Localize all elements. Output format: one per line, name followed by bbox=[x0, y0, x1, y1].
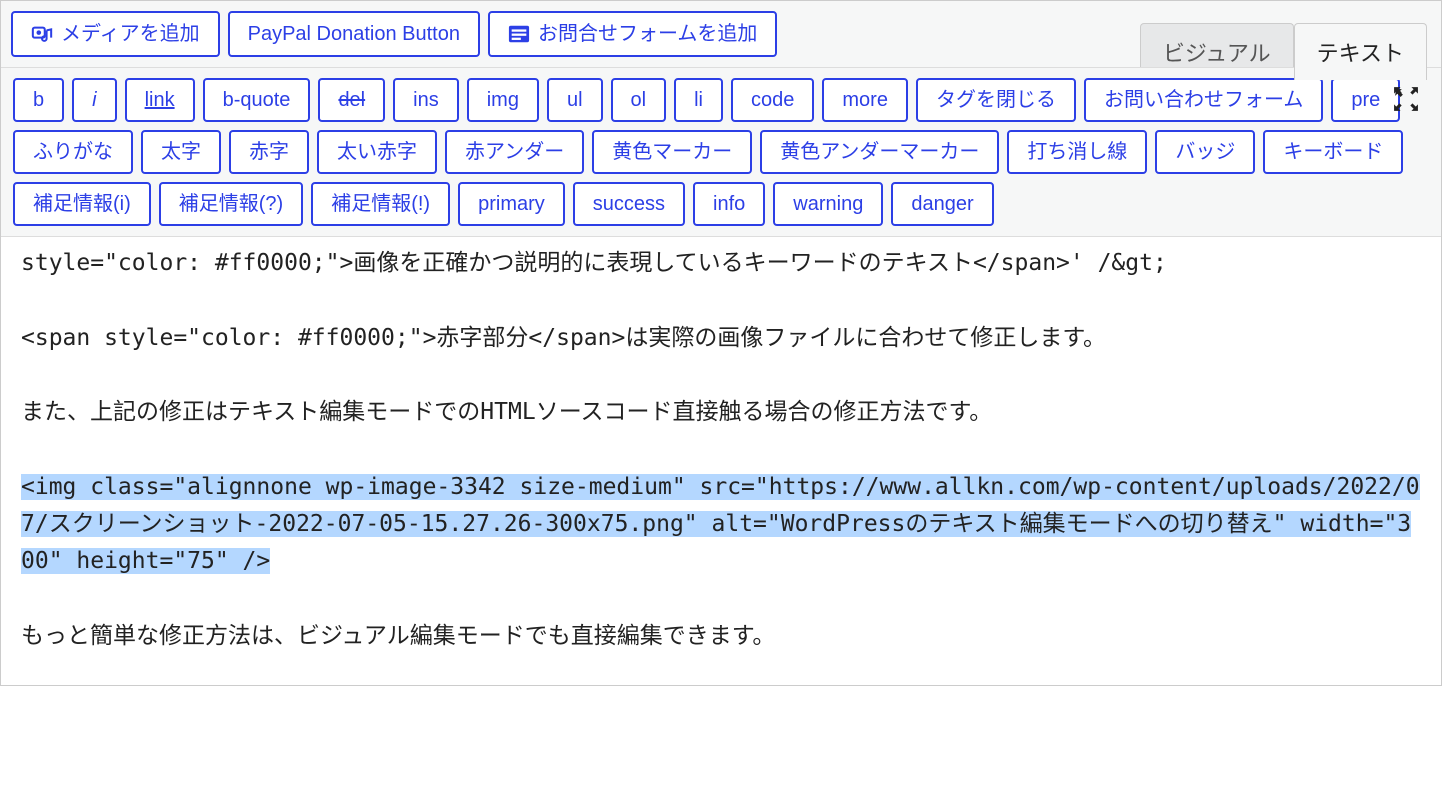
qt-more-button[interactable]: more bbox=[822, 78, 908, 122]
qt-yellowunder-button[interactable]: 黄色アンダーマーカー bbox=[760, 130, 999, 174]
media-buttons-group: メディアを追加 PayPal Donation Button お問合せフォームを… bbox=[11, 11, 777, 57]
qt-primary-button[interactable]: primary bbox=[458, 182, 565, 226]
qt-close-tags-button[interactable]: タグを閉じる bbox=[916, 78, 1076, 122]
qt-blockquote-button[interactable]: b-quote bbox=[203, 78, 311, 122]
add-media-label: メディアを追加 bbox=[61, 24, 200, 44]
qt-info-q-button[interactable]: 補足情報(?) bbox=[159, 182, 303, 226]
form-icon bbox=[508, 23, 530, 45]
text-editor-content[interactable]: style="color: #ff0000;">画像を正確かつ説明的に表現してい… bbox=[1, 237, 1441, 685]
add-media-button[interactable]: メディアを追加 bbox=[11, 11, 220, 57]
qt-keyboard-button[interactable]: キーボード bbox=[1263, 130, 1403, 174]
content-selected-line: <img class="alignnone wp-image-3342 size… bbox=[21, 474, 1420, 575]
content-line-5: もっと簡単な修正方法は、ビジュアル編集モードでも直接編集できます。 bbox=[21, 623, 775, 649]
qt-link-button[interactable]: link bbox=[125, 78, 195, 122]
qt-code-button[interactable]: code bbox=[731, 78, 814, 122]
content-line-1: style="color: #ff0000;">画像を正確かつ説明的に表現してい… bbox=[21, 250, 1167, 276]
qt-info-e-button[interactable]: 補足情報(!) bbox=[311, 182, 450, 226]
qt-li-button[interactable]: li bbox=[674, 78, 723, 122]
paypal-label: PayPal Donation Button bbox=[248, 24, 460, 44]
content-line-3: また、上記の修正はテキスト編集モードでのHTMLソースコード直接触る場合の修正方… bbox=[21, 399, 992, 425]
qt-ol-button[interactable]: ol bbox=[611, 78, 667, 122]
qt-furigana-button[interactable]: ふりがな bbox=[13, 130, 133, 174]
qt-italic-button[interactable]: i bbox=[72, 78, 116, 122]
qt-badge-button[interactable]: バッジ bbox=[1155, 130, 1255, 174]
qt-boldred-button[interactable]: 太い赤字 bbox=[317, 130, 437, 174]
qt-bold-button[interactable]: b bbox=[13, 78, 64, 122]
qt-strike-button[interactable]: 打ち消し線 bbox=[1007, 130, 1147, 174]
qt-red-button[interactable]: 赤字 bbox=[229, 130, 309, 174]
camera-music-icon bbox=[31, 23, 53, 45]
qt-contact-form-button[interactable]: お問い合わせフォーム bbox=[1084, 78, 1323, 122]
qt-yellowmark-button[interactable]: 黄色マーカー bbox=[592, 130, 752, 174]
qt-ins-button[interactable]: ins bbox=[393, 78, 459, 122]
paypal-button[interactable]: PayPal Donation Button bbox=[228, 11, 480, 57]
qt-redunder-button[interactable]: 赤アンダー bbox=[445, 130, 584, 174]
add-contact-form-button[interactable]: お問合せフォームを追加 bbox=[488, 11, 777, 57]
qt-info-button[interactable]: info bbox=[693, 182, 765, 226]
add-form-label: お問合せフォームを追加 bbox=[538, 24, 757, 44]
qt-del-button[interactable]: del bbox=[318, 78, 385, 122]
editor-top-row: メディアを追加 PayPal Donation Button お問合せフォームを… bbox=[1, 1, 1441, 57]
quicktags-toolbar: b i link b-quote del ins img ul ol li co… bbox=[1, 67, 1441, 237]
qt-danger-button[interactable]: danger bbox=[891, 182, 993, 226]
qt-warning-button[interactable]: warning bbox=[773, 182, 883, 226]
qt-boldtext-button[interactable]: 太字 bbox=[141, 130, 221, 174]
tab-text[interactable]: テキスト bbox=[1294, 23, 1427, 80]
qt-success-button[interactable]: success bbox=[573, 182, 685, 226]
qt-info-i-button[interactable]: 補足情報(i) bbox=[13, 182, 151, 226]
qt-img-button[interactable]: img bbox=[467, 78, 539, 122]
editor-wrapper: メディアを追加 PayPal Donation Button お問合せフォームを… bbox=[0, 0, 1442, 686]
fullscreen-icon[interactable] bbox=[1393, 86, 1419, 117]
qt-pre-button[interactable]: pre bbox=[1331, 78, 1400, 122]
content-line-2: <span style="color: #ff0000;">赤字部分</span… bbox=[21, 325, 1106, 351]
qt-ul-button[interactable]: ul bbox=[547, 78, 603, 122]
